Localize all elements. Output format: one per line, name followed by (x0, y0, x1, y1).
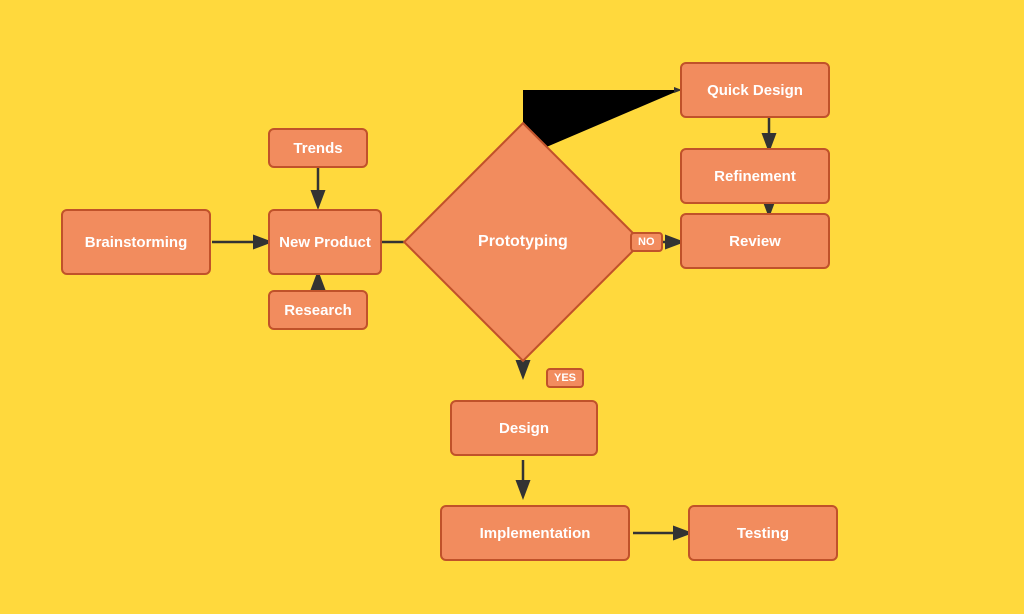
quick-design-node: Quick Design (680, 62, 830, 118)
research-node: Research (268, 290, 368, 330)
no-badge: NO (630, 232, 663, 252)
new-product-node: New Product (268, 209, 382, 275)
design-node: Design (450, 400, 598, 456)
testing-node: Testing (688, 505, 838, 561)
prototyping-label: Prototyping (478, 233, 568, 251)
trends-node: Trends (268, 128, 368, 168)
brainstorming-node: Brainstorming (61, 209, 211, 275)
review-node: Review (680, 213, 830, 269)
refinement-node: Refinement (680, 148, 830, 204)
yes-badge: YES (546, 368, 584, 388)
diagram-container: Brainstorming Trends New Product Researc… (0, 0, 1024, 614)
prototyping-diamond: Prototyping (403, 122, 643, 362)
implementation-node: Implementation (440, 505, 630, 561)
